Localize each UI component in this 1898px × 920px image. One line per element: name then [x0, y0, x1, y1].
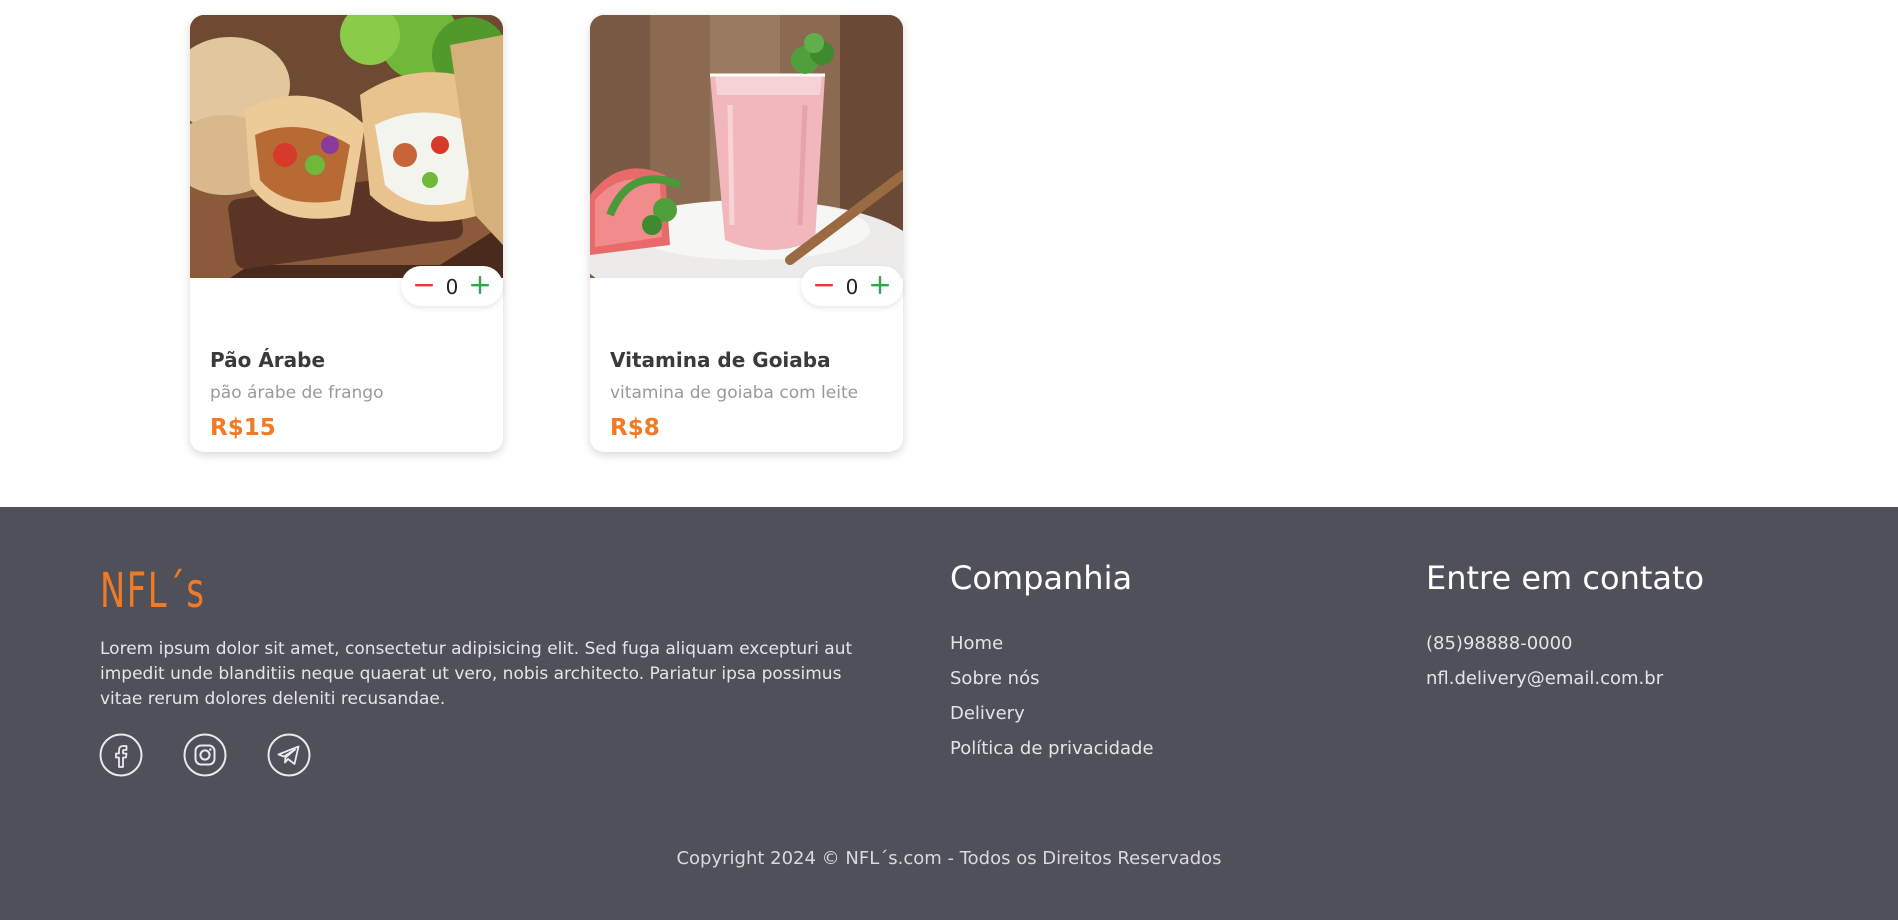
quantity-value: 0 — [445, 275, 459, 299]
minus-icon[interactable] — [411, 272, 437, 298]
quantity-stepper[interactable]: 0 — [401, 266, 503, 306]
facebook-icon[interactable] — [99, 733, 143, 777]
footer-link-privacy[interactable]: Política de privacidade — [950, 738, 1154, 759]
pita-sandwich-image — [190, 15, 503, 278]
footer-link-about[interactable]: Sobre nós — [950, 668, 1039, 689]
footer-link-home[interactable]: Home — [950, 633, 1003, 654]
product-price: R$8 — [610, 415, 660, 441]
footer: NFL´s Lorem ipsum dolor sit amet, consec… — [0, 507, 1898, 920]
copyright-text: Copyright 2024 © NFL´s.com - Todos os Di… — [676, 848, 1222, 869]
plus-icon[interactable] — [867, 272, 893, 298]
brand-logo[interactable]: NFL´s — [100, 563, 206, 619]
footer-link-delivery[interactable]: Delivery — [950, 703, 1025, 724]
product-card[interactable]: 0 Vitamina de Goiaba vitamina de goiaba … — [590, 15, 903, 452]
product-description: vitamina de goiaba com leite — [610, 383, 859, 403]
quantity-stepper[interactable]: 0 — [801, 266, 903, 306]
contact-title: Entre em contato — [1426, 559, 1705, 597]
instagram-icon[interactable] — [183, 733, 227, 777]
smoothie-glass-image — [590, 15, 903, 278]
product-price: R$15 — [210, 415, 276, 441]
telegram-icon[interactable] — [267, 733, 311, 777]
product-name: Pão Árabe — [210, 348, 326, 372]
products-section: 0 Pão Árabe pão árabe de frango R$15 0 V… — [0, 0, 1898, 507]
quantity-value: 0 — [845, 275, 859, 299]
minus-icon[interactable] — [811, 272, 837, 298]
about-text: Lorem ipsum dolor sit amet, consectetur … — [100, 639, 853, 709]
product-name: Vitamina de Goiaba — [610, 348, 831, 372]
product-description: pão árabe de frango — [210, 383, 384, 403]
contact-phone[interactable]: (85)98888-0000 — [1426, 633, 1573, 654]
plus-icon[interactable] — [467, 272, 493, 298]
contact-email[interactable]: nfl.delivery@email.com.br — [1426, 668, 1663, 689]
company-title: Companhia — [950, 559, 1133, 597]
product-card[interactable]: 0 Pão Árabe pão árabe de frango R$15 — [190, 15, 503, 452]
